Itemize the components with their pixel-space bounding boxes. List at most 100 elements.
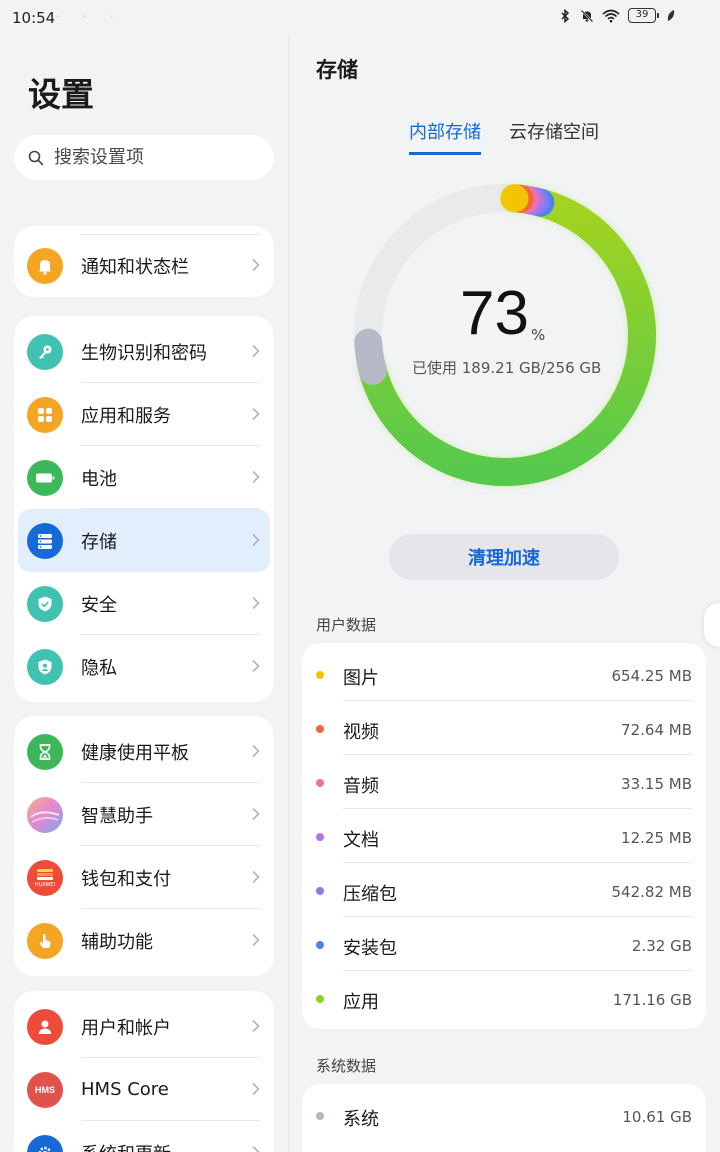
category-color-dot — [316, 941, 324, 949]
side-panel-handle[interactable] — [704, 603, 720, 647]
sidebar-item-smart-assistant[interactable]: 智慧助手 — [14, 783, 274, 846]
clean-accelerate-button[interactable]: 清理加速 — [389, 534, 619, 580]
battery-icon — [27, 460, 63, 496]
category-size: 171.16 GB — [612, 991, 692, 1009]
storage-category-row[interactable]: 音频 33.15 MB — [302, 755, 706, 809]
mute-bell-icon — [580, 9, 594, 22]
hms-icon: HMS — [27, 1072, 63, 1108]
category-label: 视频 — [343, 722, 379, 743]
category-label: 压缩包 — [343, 884, 397, 905]
category-color-dot — [316, 995, 324, 1003]
apps-grid-icon — [27, 397, 63, 433]
sidebar-item-label: 生物识别和密码 — [81, 342, 207, 364]
sidebar-item-healthy-usage[interactable]: 健康使用平板 — [14, 720, 274, 783]
chevron-right-icon — [252, 1082, 260, 1096]
sidebar-item-label: 安全 — [81, 594, 117, 616]
storage-category-row[interactable]: 系统 10.61 GB — [302, 1088, 706, 1142]
status-time: 10:54 — [12, 9, 56, 27]
category-label: 应用 — [343, 992, 379, 1013]
sidebar-item-notifications[interactable]: 通知和状态栏 — [14, 234, 274, 297]
chevron-right-icon — [252, 807, 260, 821]
chevron-right-icon — [252, 933, 260, 947]
settings-group-accounts: 用户和帐户 HMS HMS Core 系统和更新 — [14, 991, 274, 1152]
chevron-right-icon — [252, 1019, 260, 1033]
storage-category-row[interactable]: 图片 654.25 MB — [302, 647, 706, 701]
tab-cloud-storage[interactable]: 云存储空间 — [509, 118, 599, 155]
sidebar-item-label: 系统和更新 — [81, 1140, 171, 1152]
gear-icon — [27, 1135, 63, 1152]
usage-detail: 已使用 189.21 GB/256 GB — [412, 359, 602, 377]
category-size: 654.25 MB — [611, 667, 693, 685]
category-size: 2.32 GB — [631, 937, 692, 955]
sidebar-item-wallet[interactable]: HUAWEI 钱包和支付 — [14, 846, 274, 909]
hand-pointer-icon — [27, 923, 63, 959]
sidebar-item-biometrics[interactable]: 生物识别和密码 — [14, 320, 274, 383]
category-label: 安装包 — [343, 938, 397, 959]
sidebar-item-system-update[interactable]: 系统和更新 — [14, 1121, 274, 1152]
charging-leaf-icon — [667, 9, 675, 21]
sidebar-item-label: 隐私 — [81, 657, 117, 679]
storage-category-row[interactable]: 文档 12.25 MB — [302, 809, 706, 863]
status-icons: 39 — [558, 8, 676, 23]
chevron-right-icon — [252, 1145, 260, 1152]
settings-group-health: 健康使用平板 智慧助手 HUAWEI 钱包和支付 辅助功能 — [14, 716, 274, 976]
category-color-dot — [316, 779, 324, 787]
hourglass-icon — [27, 734, 63, 770]
sidebar-item-label: 智慧助手 — [81, 805, 153, 827]
sidebar-item-security[interactable]: 安全 — [14, 572, 274, 635]
search-icon — [28, 150, 44, 165]
storage-category-row[interactable]: 视频 72.64 MB — [302, 701, 706, 755]
wifi-icon — [602, 9, 620, 22]
sidebar-item-label: HMS Core — [81, 1079, 169, 1100]
category-color-dot — [316, 725, 324, 733]
chevron-right-icon — [252, 258, 260, 272]
tab-internal-storage[interactable]: 内部存储 — [409, 118, 481, 155]
category-label: 文档 — [343, 830, 379, 851]
chevron-right-icon — [252, 533, 260, 547]
sidebar-item-accessibility[interactable]: 辅助功能 — [14, 909, 274, 972]
assistant-orb-icon — [27, 797, 63, 833]
sidebar-item-storage[interactable]: 存储 — [18, 509, 270, 572]
page-title: 存储 — [316, 58, 358, 82]
bell-icon — [27, 248, 63, 284]
sidebar-item-label: 健康使用平板 — [81, 742, 189, 764]
category-color-dot — [316, 671, 324, 679]
sidebar-item-label: 电池 — [81, 468, 117, 490]
settings-title: 设置 — [28, 75, 94, 114]
ring-category-dot — [500, 184, 529, 213]
user-data-label: 用户数据 — [316, 616, 377, 634]
sidebar-item-apps-services[interactable]: 应用和服务 — [14, 383, 274, 446]
bluetooth-icon — [561, 8, 570, 23]
category-label: 图片 — [343, 668, 379, 689]
search-input[interactable] — [54, 147, 254, 168]
battery-icon: 39 — [628, 8, 659, 23]
wallet-icon: HUAWEI — [27, 860, 63, 896]
search-bar[interactable] — [14, 135, 274, 180]
sidebar-item-label: 应用和服务 — [81, 405, 171, 427]
chevron-right-icon — [252, 596, 260, 610]
category-color-dot — [316, 1112, 324, 1120]
category-size: 33.15 MB — [621, 775, 692, 793]
notification-dots: · · · — [56, 10, 124, 23]
sidebar-item-privacy[interactable]: 隐私 — [14, 635, 274, 698]
storage-category-row[interactable]: 压缩包 542.82 MB — [302, 863, 706, 917]
sidebar-item-hms-core[interactable]: HMS HMS Core — [14, 1058, 274, 1121]
category-size: 12.25 MB — [621, 829, 692, 847]
storage-icon — [27, 523, 63, 559]
usage-percent-sign: % — [531, 326, 546, 344]
sidebar-item-users-accounts[interactable]: 用户和帐户 — [14, 995, 274, 1058]
chevron-right-icon — [252, 344, 260, 358]
settings-group-security: 生物识别和密码 应用和服务 电池 存储 安全 隐私 — [14, 316, 274, 702]
sidebar-item-battery[interactable]: 电池 — [14, 446, 274, 509]
key-icon — [27, 334, 63, 370]
chevron-right-icon — [252, 470, 260, 484]
storage-category-row[interactable]: 安装包 2.32 GB — [302, 917, 706, 971]
system-data-card: 系统 10.61 GB — [302, 1084, 706, 1152]
sidebar-item-label: 用户和帐户 — [81, 1017, 171, 1039]
storage-category-row[interactable]: 应用 171.16 GB — [302, 971, 706, 1025]
chevron-right-icon — [252, 870, 260, 884]
ring-segment-system — [354, 328, 387, 385]
pane-divider — [288, 36, 289, 1152]
user-data-card: 图片 654.25 MB 视频 72.64 MB 音频 33.15 MB 文档 12.25 M… — [302, 643, 706, 1029]
sidebar-item-label: 辅助功能 — [81, 931, 153, 953]
